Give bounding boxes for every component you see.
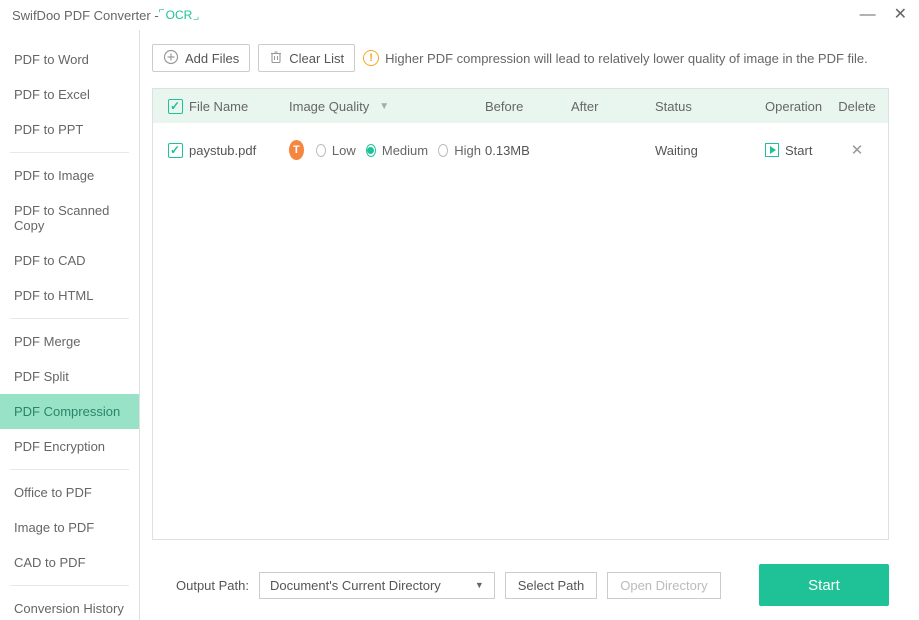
plus-circle-icon	[163, 49, 179, 68]
sidebar-divider	[10, 318, 129, 319]
file-table: File Name Image Quality ▼ Before After S…	[152, 88, 889, 540]
sidebar-item-pdf-to-ppt[interactable]: PDF to PPT	[0, 112, 139, 147]
close-icon[interactable]: ✕	[894, 7, 907, 23]
toolbar: Add Files Clear List ! Higher PDF compre…	[152, 44, 889, 72]
open-directory-button: Open Directory	[607, 572, 720, 599]
app-title: SwifDoo PDF Converter -	[12, 8, 159, 23]
select-path-button[interactable]: Select Path	[505, 572, 598, 599]
title-left: SwifDoo PDF Converter - OCR	[12, 8, 195, 23]
sidebar-item-pdf-to-word[interactable]: PDF to Word	[0, 42, 139, 77]
delete-row-icon[interactable]: ✕	[851, 142, 864, 159]
sidebar: PDF to WordPDF to ExcelPDF to PPT PDF to …	[0, 30, 140, 620]
header-image-quality[interactable]: Image Quality ▼	[289, 99, 485, 114]
sidebar-item-pdf-merge[interactable]: PDF Merge	[0, 324, 139, 359]
sidebar-divider	[10, 152, 129, 153]
content-area: Add Files Clear List ! Higher PDF compre…	[140, 30, 919, 620]
table-row: paystub.pdf T Low Medium High 0.13MB Waiting St…	[153, 123, 888, 177]
clear-list-button[interactable]: Clear List	[258, 44, 355, 72]
table-header: File Name Image Quality ▼ Before After S…	[153, 89, 888, 123]
sidebar-item-office-to-pdf[interactable]: Office to PDF	[0, 475, 139, 510]
sidebar-item-image-to-pdf[interactable]: Image to PDF	[0, 510, 139, 545]
header-after: After	[571, 99, 655, 114]
warning-text: Higher PDF compression will lead to rela…	[385, 51, 868, 66]
clear-list-label: Clear List	[289, 51, 344, 66]
before-size: 0.13MB	[485, 143, 571, 158]
add-files-button[interactable]: Add Files	[152, 44, 250, 72]
ocr-badge[interactable]: OCR	[163, 8, 196, 22]
sidebar-item-pdf-to-html[interactable]: PDF to HTML	[0, 278, 139, 313]
header-status: Status	[655, 99, 765, 114]
quality-medium-radio[interactable]	[366, 144, 376, 157]
row-start-button[interactable]: Start	[785, 143, 812, 158]
quality-low-radio[interactable]	[316, 144, 326, 157]
sidebar-item-conversion-history[interactable]: Conversion History	[0, 591, 139, 620]
add-files-label: Add Files	[185, 51, 239, 66]
sidebar-item-pdf-compression[interactable]: PDF Compression	[0, 394, 139, 429]
output-path-value: Document's Current Directory	[270, 578, 441, 593]
sidebar-item-pdf-to-excel[interactable]: PDF to Excel	[0, 77, 139, 112]
sort-arrow-icon: ▼	[379, 101, 389, 112]
select-all-checkbox[interactable]	[168, 99, 183, 114]
header-operation: Operation	[765, 99, 837, 114]
output-path-dropdown[interactable]: Document's Current Directory ▼	[259, 572, 495, 599]
sidebar-item-cad-to-pdf[interactable]: CAD to PDF	[0, 545, 139, 580]
output-path-label: Output Path:	[176, 578, 249, 593]
minimize-icon[interactable]: —	[860, 7, 876, 23]
footer: Output Path: Document's Current Director…	[152, 540, 889, 606]
titlebar: SwifDoo PDF Converter - OCR — ✕	[0, 0, 919, 30]
sidebar-item-pdf-to-cad[interactable]: PDF to CAD	[0, 243, 139, 278]
sidebar-item-pdf-to-image[interactable]: PDF to Image	[0, 158, 139, 193]
header-file-name[interactable]: File Name	[189, 99, 289, 114]
header-delete: Delete	[837, 99, 877, 114]
file-name: paystub.pdf	[189, 143, 256, 158]
start-button[interactable]: Start	[759, 564, 889, 606]
quality-low-label: Low	[332, 143, 356, 158]
chevron-down-icon: ▼	[475, 580, 484, 590]
quality-high-radio[interactable]	[438, 144, 448, 157]
sidebar-divider	[10, 585, 129, 586]
quality-medium-label: Medium	[382, 143, 428, 158]
quality-high-label: High	[454, 143, 481, 158]
sidebar-item-pdf-encryption[interactable]: PDF Encryption	[0, 429, 139, 464]
sidebar-item-pdf-split[interactable]: PDF Split	[0, 359, 139, 394]
play-icon[interactable]	[765, 143, 779, 157]
sidebar-item-pdf-to-scanned-copy[interactable]: PDF to Scanned Copy	[0, 193, 139, 243]
warning-message: ! Higher PDF compression will lead to re…	[363, 50, 868, 66]
t-badge-icon: T	[289, 140, 304, 160]
row-checkbox[interactable]	[168, 143, 183, 158]
warning-icon: !	[363, 50, 379, 66]
sidebar-divider	[10, 469, 129, 470]
status-text: Waiting	[655, 143, 765, 158]
header-before: Before	[485, 99, 571, 114]
trash-icon	[269, 50, 283, 67]
window-controls: — ✕	[860, 7, 907, 23]
